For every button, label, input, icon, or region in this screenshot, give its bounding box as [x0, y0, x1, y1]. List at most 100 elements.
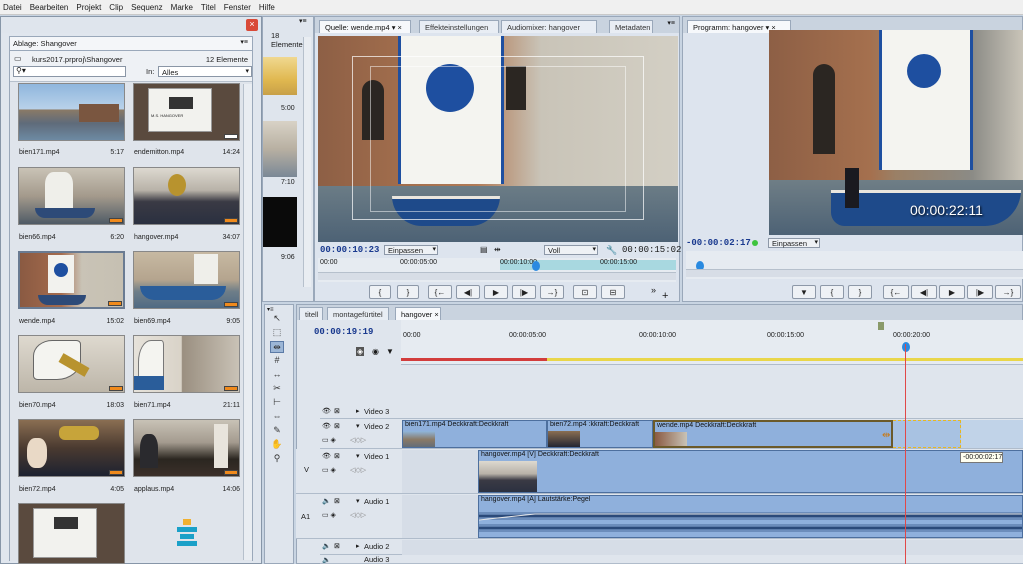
marker-button[interactable]: ▼ — [792, 285, 816, 299]
menu-hilfe[interactable]: Hilfe — [256, 3, 280, 12]
tab-hangover[interactable]: hangover × — [395, 307, 441, 320]
wrench-icon[interactable]: 🔧 — [606, 245, 617, 256]
clip-wende[interactable]: wende.mp4 Deckkraft:Deckkraft — [653, 420, 893, 448]
collapse-icon[interactable]: ▾ — [356, 422, 360, 430]
speaker-icon[interactable]: 🔈 — [322, 497, 331, 505]
speaker-icon[interactable]: 🔈 — [322, 556, 331, 563]
mark-in-button[interactable]: { — [820, 285, 844, 299]
thumbnail-bien72[interactable] — [18, 419, 125, 477]
panel-menu-icon[interactable]: ▾≡ — [267, 306, 274, 313]
menu-bearbeiten[interactable]: Bearbeiten — [27, 3, 74, 12]
expand-icon[interactable]: ▸ — [356, 542, 360, 550]
menu-clip[interactable]: Clip — [106, 3, 128, 12]
source-fit-select[interactable]: Einpassen ▾ — [384, 245, 438, 255]
sequence-icon[interactable] — [174, 519, 200, 549]
mark-out-button[interactable]: } — [397, 285, 419, 299]
eye-icon[interactable]: 👁 — [322, 407, 331, 415]
lock-icon[interactable]: ⊠ — [334, 497, 340, 505]
menu-sequenz[interactable]: Sequenz — [128, 3, 168, 12]
in-select[interactable]: Alles ▾ — [158, 66, 252, 77]
display-style-icon[interactable]: ▭ ◈ — [322, 466, 336, 474]
clip-hangover-audio[interactable]: hangover.mp4 [A] Lautstärke:Pegel — [478, 495, 1023, 538]
tab-titell[interactable]: titell — [299, 307, 323, 320]
timeline-timecode[interactable]: 00:00:19:19 — [314, 327, 373, 337]
tab-montage[interactable]: montagefürtitel — [327, 307, 389, 320]
thumbnail-applaus[interactable] — [133, 419, 240, 477]
menu-fenster[interactable]: Fenster — [221, 3, 256, 12]
go-to-out-button[interactable]: →} — [995, 285, 1021, 299]
pen-tool-icon[interactable]: ✎ — [270, 425, 284, 437]
keyframe-nav-icon[interactable]: ◁◇▷ — [350, 511, 366, 519]
display-style-icon[interactable]: ▭ ◈ — [322, 436, 336, 444]
tab-effect-controls[interactable]: Effekteinstellungen — [419, 20, 499, 33]
track-select-tool-icon[interactable]: ⬚ — [270, 327, 284, 339]
menu-marke[interactable]: Marke — [168, 3, 198, 12]
menu-titel[interactable]: Titel — [198, 3, 221, 12]
lock-icon[interactable]: ⊠ — [334, 452, 340, 460]
tab-source[interactable]: Quelle: wende.mp4 ▾ × — [319, 20, 411, 33]
panel-menu-icon[interactable]: ▾≡ — [240, 38, 248, 46]
close-icon[interactable]: × — [246, 19, 258, 31]
source-patch-a1[interactable]: A1 — [296, 494, 320, 539]
step-forward-button[interactable]: |▶ — [512, 285, 536, 299]
clip-bien72[interactable]: bien72.mp4 :kkraft:Deckkraft — [547, 420, 653, 448]
selection-tool-icon[interactable]: ↖ — [270, 313, 284, 325]
source-patch-v[interactable]: V — [296, 449, 320, 494]
mini-bin-scrollbar[interactable] — [303, 37, 311, 287]
search-input[interactable]: ⚲▾ — [13, 66, 126, 77]
work-area-marker-icon[interactable] — [878, 322, 884, 330]
menu-projekt[interactable]: Projekt — [73, 3, 106, 12]
thumbnail-bien66[interactable] — [18, 167, 125, 225]
go-to-in-button[interactable]: {← — [428, 285, 452, 299]
timeline-ruler[interactable]: 00:00 00:00:05:00 00:00:10:00 00:00:15:0… — [401, 320, 1023, 364]
output-icon[interactable]: ⇹ — [494, 245, 501, 254]
program-timecode[interactable]: -00:00:02:17 — [686, 238, 751, 248]
source-time-ruler[interactable]: 00:00 00:00:05:00 00:00:10:00 00:00:15:0… — [318, 258, 676, 282]
eye-icon[interactable]: 👁 — [322, 422, 331, 430]
mark-out-button[interactable]: } — [848, 285, 872, 299]
eye-icon[interactable]: 👁 — [322, 452, 331, 460]
expand-icon[interactable]: ▸ — [356, 407, 360, 415]
program-fit-select[interactable]: Einpassen ▾ — [768, 238, 820, 248]
more-icon[interactable]: » — [651, 285, 656, 295]
clip-hangover-video[interactable]: hangover.mp4 [V] Deckkraft:Deckkraft — [478, 450, 1023, 493]
playhead-icon[interactable] — [902, 342, 910, 352]
clip-bien171[interactable]: bien171.mp4 Deckkraft:Deckkraft — [402, 420, 547, 448]
collapse-icon[interactable]: ▾ — [356, 497, 360, 505]
step-back-button[interactable]: ◀| — [456, 285, 480, 299]
safe-margin-icon[interactable]: ▤ — [480, 245, 488, 254]
ripple-edit-tool-icon[interactable]: ⇹ — [270, 341, 284, 353]
collapse-icon[interactable]: ▾ — [356, 452, 360, 460]
thumbnail-slate[interactable] — [18, 503, 125, 564]
step-forward-button[interactable]: |▶ — [967, 285, 993, 299]
thumbnail-bien70[interactable] — [18, 335, 125, 393]
tab-metadata[interactable]: Metadaten — [609, 20, 653, 33]
razor-tool-icon[interactable]: ✂ — [270, 383, 284, 395]
snap-icon[interactable]: ◈ — [356, 347, 365, 356]
panel-menu-icon[interactable]: ▾≡ — [667, 19, 675, 27]
thumbnail-bien69[interactable] — [133, 251, 240, 309]
play-button[interactable]: ▶ — [939, 285, 965, 299]
keyframe-nav-icon[interactable]: ◁◇▷ — [350, 436, 366, 444]
lock-icon[interactable]: ⊠ — [334, 542, 340, 550]
thumbnail-endemitton[interactable]: M.S. HANGOVER — [133, 83, 240, 141]
slip-tool-icon[interactable]: ⊢ — [270, 397, 284, 409]
menu-datei[interactable]: Datei — [0, 3, 27, 12]
add-marker-icon[interactable]: ◉ — [372, 347, 379, 356]
tab-audio-mixer[interactable]: Audiomixer: hangover — [501, 20, 597, 33]
overwrite-button[interactable]: ⊟ — [601, 285, 625, 299]
step-back-button[interactable]: ◀| — [911, 285, 937, 299]
bin-scrollbar[interactable] — [243, 84, 252, 560]
go-to-out-button[interactable]: →} — [540, 285, 564, 299]
playhead-icon[interactable] — [532, 261, 540, 271]
slide-tool-icon[interactable]: ⇔ — [270, 411, 284, 423]
display-style-icon[interactable]: ▭ ◈ — [322, 511, 336, 519]
insert-button[interactable]: ⊡ — [573, 285, 597, 299]
source-quality-select[interactable]: Voll ▾ — [544, 245, 598, 255]
source-timecode-in[interactable]: 00:00:10:23 — [320, 245, 379, 255]
mark-in-button[interactable]: { — [369, 285, 391, 299]
program-time-ruler[interactable] — [686, 251, 1023, 279]
play-button[interactable]: ▶ — [484, 285, 508, 299]
track-lane-audio3[interactable] — [401, 555, 1023, 564]
rolling-edit-tool-icon[interactable]: # — [270, 355, 284, 367]
